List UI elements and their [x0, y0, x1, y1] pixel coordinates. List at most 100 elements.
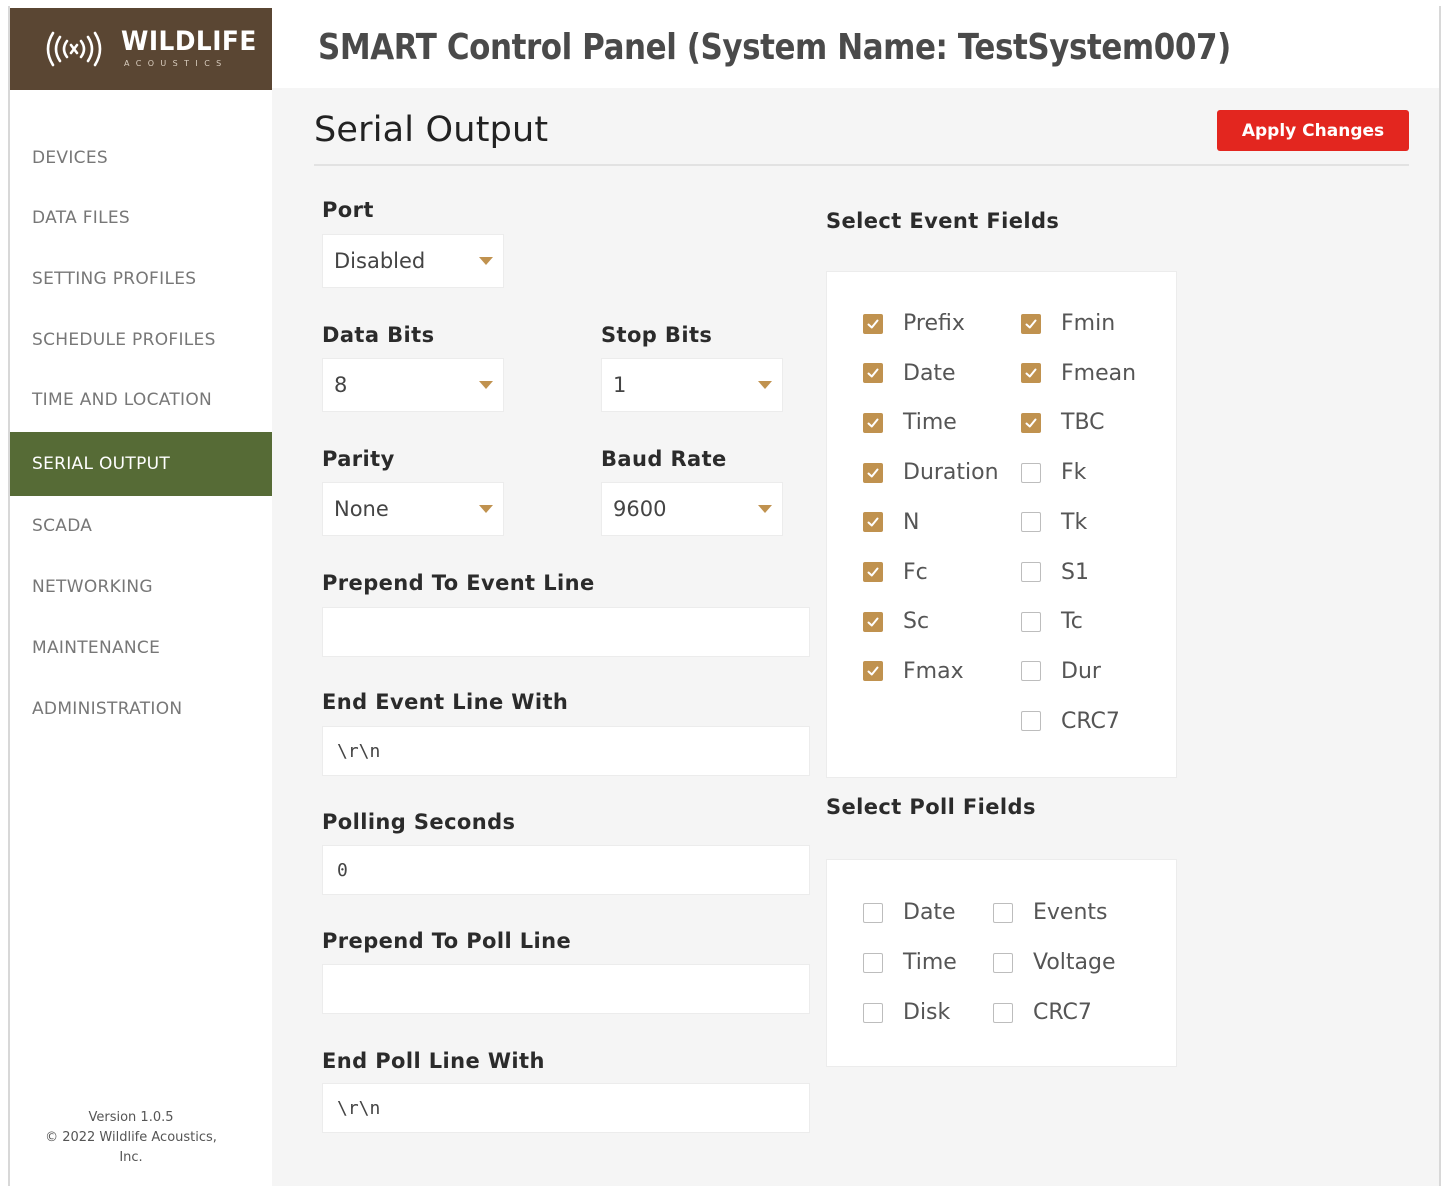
sidebar-item-networking[interactable]: NETWORKING [10, 567, 272, 607]
checkbox-empty-icon[interactable] [1021, 512, 1041, 533]
event-checkbox-date[interactable]: Date [863, 361, 956, 386]
logo-wordmark: WILDLIFE [121, 26, 257, 57]
event-checkbox-n[interactable]: N [863, 510, 919, 535]
end-poll-input[interactable] [322, 1083, 810, 1133]
poll-checkbox-date[interactable]: Date [863, 900, 956, 925]
sidebar-item-scada[interactable]: SCADA [10, 506, 272, 546]
app-title: SMART Control Panel (System Name: TestSy… [318, 26, 1231, 68]
sidebar-item-serial-output[interactable]: SERIAL OUTPUT [10, 432, 272, 496]
checkmark-icon[interactable] [863, 562, 883, 582]
end-event-input[interactable] [322, 726, 810, 776]
chevron-down-icon [479, 381, 493, 389]
checkbox-empty-icon[interactable] [863, 952, 883, 973]
event-field-label: Fk [1061, 460, 1087, 486]
main-content: Serial Output Apply Changes Port Disable… [272, 88, 1439, 1186]
event-checkbox-prefix[interactable]: Prefix [863, 311, 965, 336]
logo-subtitle: ACOUSTICS [124, 59, 228, 68]
chevron-down-icon [479, 257, 493, 265]
poll-checkbox-crc7[interactable]: CRC7 [993, 1000, 1092, 1025]
event-checkbox-duration[interactable]: Duration [863, 460, 999, 485]
wildlife-acoustics-logo: WILDLIFE ACOUSTICS [10, 8, 272, 90]
checkbox-empty-icon[interactable] [863, 902, 883, 923]
port-select[interactable]: Disabled [322, 234, 504, 288]
parity-select[interactable]: None [322, 482, 504, 536]
checkmark-icon[interactable] [863, 512, 883, 533]
event-checkbox-fmin[interactable]: Fmin [1021, 311, 1115, 336]
checkmark-icon[interactable] [863, 412, 883, 433]
prepend-event-label: Prepend To Event Line [322, 571, 595, 595]
event-field-label: Prefix [903, 311, 965, 336]
event-field-label: Duration [903, 460, 999, 486]
checkbox-empty-icon[interactable] [863, 1002, 883, 1023]
event-fields-panel: Prefix Date Time Duration N Fc Sc Fmax Fmin Fmea… [826, 271, 1177, 778]
event-checkbox-time[interactable]: Time [863, 410, 957, 435]
prepend-event-input[interactable] [322, 607, 810, 657]
event-checkbox-tc[interactable]: Tc [1021, 609, 1083, 634]
end-poll-label: End Poll Line With [322, 1049, 545, 1073]
sidebar-item-devices[interactable]: DEVICES [10, 138, 272, 178]
checkmark-icon[interactable] [863, 313, 883, 334]
event-field-label: Time [903, 410, 957, 436]
sidebar-item-time-and-location[interactable]: TIME AND LOCATION [10, 380, 272, 420]
data-bits-value: 8 [334, 373, 348, 397]
data-bits-select[interactable]: 8 [322, 358, 504, 412]
event-checkbox-s1[interactable]: S1 [1021, 560, 1089, 585]
chevron-down-icon [479, 505, 493, 513]
checkmark-icon[interactable] [863, 611, 883, 632]
poll-field-label: CRC7 [1033, 1000, 1092, 1025]
event-field-label: TBC [1061, 410, 1105, 436]
event-field-label: Sc [903, 609, 930, 635]
checkmark-icon[interactable] [1021, 412, 1041, 433]
event-checkbox-crc7[interactable]: CRC7 [1021, 709, 1120, 734]
checkmark-icon[interactable] [863, 661, 883, 682]
prepend-poll-input[interactable] [322, 964, 810, 1014]
event-checkbox-tk[interactable]: Tk [1021, 510, 1087, 535]
event-checkbox-fmax[interactable]: Fmax [863, 659, 964, 684]
event-field-label: Fc [903, 559, 928, 585]
event-checkbox-dur[interactable]: Dur [1021, 659, 1101, 684]
sidebar-item-setting-profiles[interactable]: SETTING PROFILES [10, 259, 272, 299]
baud-rate-select[interactable]: 9600 [601, 482, 783, 536]
baud-rate-value: 9600 [613, 497, 667, 521]
sidebar-item-administration[interactable]: ADMINISTRATION [10, 689, 272, 729]
event-field-label: Tk [1061, 509, 1088, 535]
event-checkbox-fk[interactable]: Fk [1021, 460, 1086, 485]
page-title: Serial Output [314, 110, 549, 150]
checkbox-empty-icon[interactable] [1021, 562, 1041, 582]
checkmark-icon[interactable] [1021, 363, 1041, 384]
event-field-label: Tc [1061, 609, 1083, 635]
end-event-label: End Event Line With [322, 690, 569, 714]
event-checkbox-fc[interactable]: Fc [863, 560, 928, 585]
event-checkbox-fmean[interactable]: Fmean [1021, 361, 1136, 386]
checkbox-empty-icon[interactable] [1021, 711, 1041, 732]
poll-checkbox-time[interactable]: Time [863, 950, 957, 975]
checkbox-empty-icon[interactable] [993, 1002, 1013, 1023]
sidebar: DEVICES DATA FILES SETTING PROFILES SCHE… [10, 90, 273, 1186]
checkbox-empty-icon[interactable] [993, 902, 1013, 923]
prepend-poll-label: Prepend To Poll Line [322, 929, 572, 953]
poll-checkbox-events[interactable]: Events [993, 900, 1108, 925]
stop-bits-select[interactable]: 1 [601, 358, 783, 412]
sidebar-item-data-files[interactable]: DATA FILES [10, 198, 272, 238]
event-checkbox-sc[interactable]: Sc [863, 609, 929, 634]
apply-changes-button[interactable]: Apply Changes [1217, 110, 1409, 151]
title-divider [314, 164, 1409, 166]
checkmark-icon[interactable] [863, 462, 883, 483]
checkbox-empty-icon[interactable] [1021, 611, 1041, 632]
checkbox-empty-icon[interactable] [1021, 661, 1041, 682]
poll-checkbox-voltage[interactable]: Voltage [993, 950, 1116, 975]
event-checkbox-tbc[interactable]: TBC [1021, 410, 1105, 435]
event-field-label: N [903, 509, 920, 535]
polling-seconds-input[interactable] [322, 845, 810, 895]
checkbox-empty-icon[interactable] [993, 952, 1013, 973]
parity-label: Parity [322, 447, 395, 471]
sidebar-item-schedule-profiles[interactable]: SCHEDULE PROFILES [10, 320, 272, 360]
checkmark-icon[interactable] [863, 363, 883, 384]
checkmark-icon[interactable] [1021, 313, 1041, 334]
checkbox-empty-icon[interactable] [1021, 462, 1041, 483]
poll-fields-title: Select Poll Fields [826, 795, 1036, 819]
poll-checkbox-disk[interactable]: Disk [863, 1000, 950, 1025]
port-label: Port [322, 198, 374, 222]
poll-field-label: Events [1033, 900, 1108, 925]
sidebar-item-maintenance[interactable]: MAINTENANCE [10, 628, 272, 668]
